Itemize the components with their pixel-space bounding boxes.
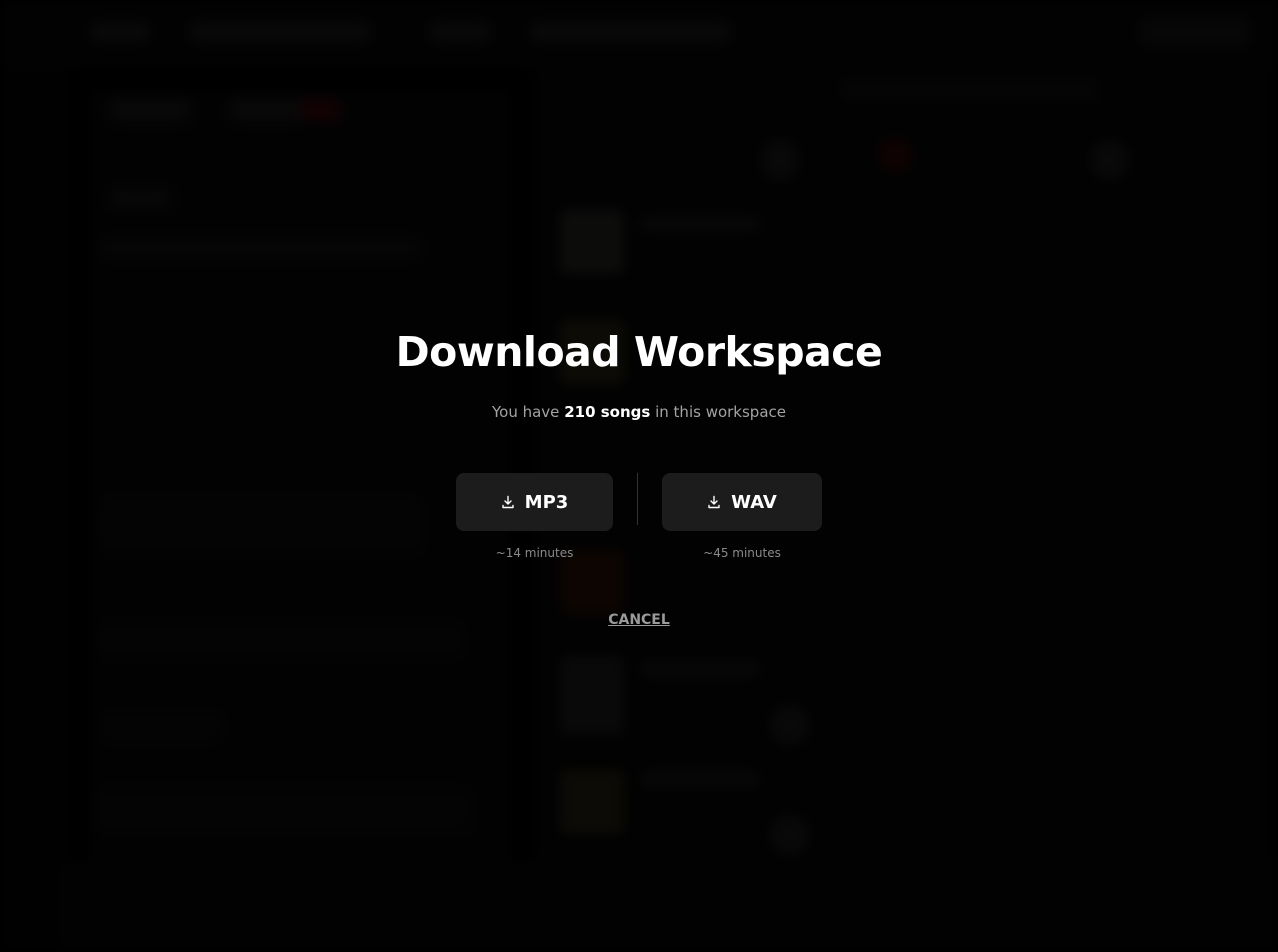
download-workspace-modal: Download Workspace You have 210 songs in…	[0, 0, 1278, 952]
mp3-time-estimate: ~14 minutes	[495, 546, 574, 560]
options-divider	[637, 473, 638, 525]
wav-time-estimate: ~45 minutes	[703, 546, 781, 560]
subtitle-suffix: in this workspace	[655, 403, 786, 421]
mp3-label: MP3	[524, 491, 569, 513]
modal-title: Download Workspace	[395, 328, 883, 376]
cancel-button[interactable]: CANCEL	[608, 612, 670, 628]
wav-label: WAV	[731, 491, 777, 513]
download-icon	[501, 495, 514, 509]
download-mp3-button[interactable]: MP3	[456, 473, 613, 531]
subtitle-prefix: You have	[491, 403, 560, 421]
cancel-container: CANCEL	[0, 609, 1278, 628]
download-wav-button[interactable]: WAV	[662, 473, 822, 531]
modal-subtitle: You have 210 songs in this workspace	[0, 403, 1278, 421]
download-icon	[708, 495, 720, 509]
song-count: 210 songs	[564, 403, 651, 421]
